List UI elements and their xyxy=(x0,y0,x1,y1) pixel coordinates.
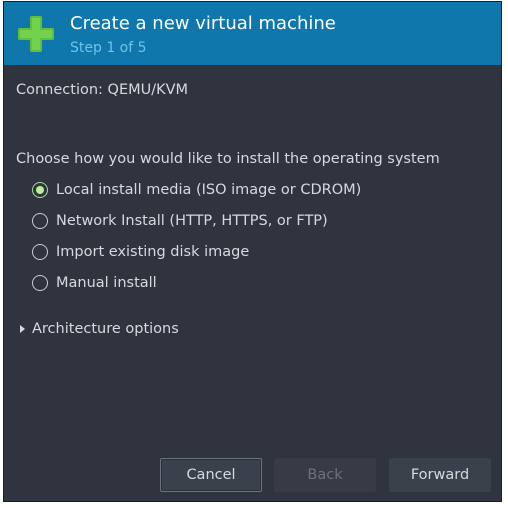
green-plus-icon xyxy=(16,14,56,54)
dialog-content: Connection: QEMU/KVM Choose how you woul… xyxy=(4,65,501,501)
cancel-button[interactable]: Cancel xyxy=(160,458,262,492)
radio-label: Network Install (HTTP, HTTPS, or FTP) xyxy=(56,213,328,229)
back-button[interactable]: Back xyxy=(274,458,376,492)
install-method-prompt: Choose how you would like to install the… xyxy=(16,151,440,167)
radio-label: Manual install xyxy=(56,275,157,291)
radio-button-selected[interactable] xyxy=(32,182,48,198)
architecture-options-label: Architecture options xyxy=(32,321,179,337)
connection-label: Connection: QEMU/KVM xyxy=(16,82,189,98)
expander-arrow-icon[interactable] xyxy=(20,325,25,333)
dialog-title: Create a new virtual machine xyxy=(70,13,336,34)
radio-label: Local install media (ISO image or CDROM) xyxy=(56,182,362,198)
radio-network-install[interactable]: Network Install (HTTP, HTTPS, or FTP) xyxy=(32,210,328,232)
radio-local-install-media[interactable]: Local install media (ISO image or CDROM) xyxy=(32,179,361,201)
new-vm-dialog: Create a new virtual machine Step 1 of 5… xyxy=(3,1,502,502)
radio-manual-install[interactable]: Manual install xyxy=(32,272,157,294)
forward-button[interactable]: Forward xyxy=(389,458,491,492)
step-indicator: Step 1 of 5 xyxy=(70,40,147,56)
radio-button[interactable] xyxy=(32,213,48,229)
radio-import-disk-image[interactable]: Import existing disk image xyxy=(32,241,249,263)
radio-button[interactable] xyxy=(32,244,48,260)
dialog-header: Create a new virtual machine Step 1 of 5 xyxy=(4,2,501,65)
architecture-options-expander[interactable]: Architecture options xyxy=(20,321,179,337)
radio-label: Import existing disk image xyxy=(56,244,250,260)
radio-button[interactable] xyxy=(32,275,48,291)
